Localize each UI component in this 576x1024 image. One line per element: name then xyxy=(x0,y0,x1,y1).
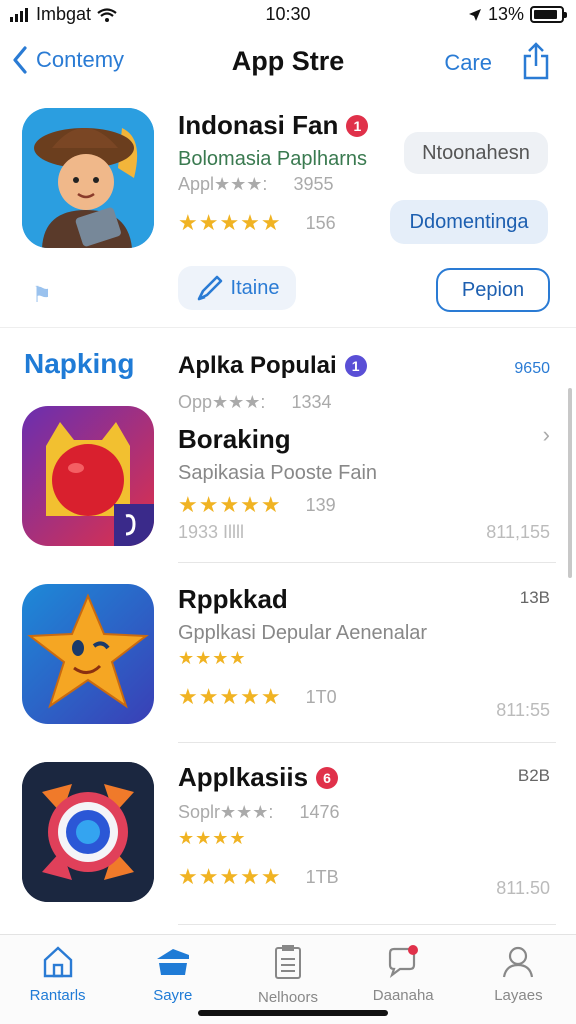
app-description: Sapikasia Pooste Fain xyxy=(178,462,378,484)
tab-label: Sayre xyxy=(153,987,193,1004)
location-icon xyxy=(468,8,481,21)
home-icon xyxy=(43,946,72,978)
app-row-applkasiis[interactable]: Applkasiis 6 B2B Soplr★★★: 1476 ★★★★ ★★★… xyxy=(0,762,576,932)
app-row-boraking[interactable]: Opp★★★: 1334 Boraking › Sapikasia Pooste… xyxy=(0,392,576,576)
tab-label: Rantarls xyxy=(29,987,86,1004)
app-meta-count: 1334 xyxy=(291,392,332,412)
star-rating-small: ★★★★ xyxy=(178,828,247,848)
home-indicator[interactable] xyxy=(198,1010,388,1016)
pen-icon xyxy=(197,275,222,301)
star-rating: ★★★★★ xyxy=(178,210,282,235)
featured-app-meta: Appl★★★: 3955 xyxy=(178,174,333,195)
star-rating-small: ★★★★ xyxy=(178,648,247,668)
app-rank: 13B xyxy=(519,588,550,607)
list-icon xyxy=(275,945,301,979)
rating-count: 1TB xyxy=(305,866,339,887)
app-rating: ★★★★★ 1T0 xyxy=(178,684,337,710)
profile-icon xyxy=(503,946,534,978)
cat-ball-icon xyxy=(46,422,154,546)
star-rating: ★★★★★ xyxy=(178,684,282,709)
app-rating: ★★★★★ 1TB xyxy=(178,864,339,890)
battery-fill xyxy=(534,10,558,19)
app-small-rating: ★★★★ xyxy=(178,828,247,849)
battery-icon xyxy=(530,6,567,23)
app-note: 1933 Illll xyxy=(178,522,245,542)
star-character-icon xyxy=(27,593,149,709)
tab-label: Layaes xyxy=(494,987,543,1004)
status-bar: Imbgat 10:30 13% xyxy=(0,0,576,30)
primary-action-button[interactable]: Ddomentinga xyxy=(390,200,548,244)
app-meta: Soplr★★★: 1476 xyxy=(178,802,339,823)
app-small-rating: ★★★★ xyxy=(178,648,247,669)
divider xyxy=(178,924,556,925)
app-price: 811:55 xyxy=(496,700,550,720)
app-meta-label: Opp★★★: xyxy=(178,392,266,412)
camera-lens-icon xyxy=(22,762,154,902)
tab-label: Nelhoors xyxy=(257,989,319,1006)
ranking-title: Napking xyxy=(24,348,135,379)
featured-app-icon[interactable] xyxy=(22,108,154,248)
featured-meta-label: Appl★★★: xyxy=(178,174,268,194)
section-title: Aplka Populai xyxy=(178,352,337,379)
chevron-right-icon[interactable]: › xyxy=(543,422,550,448)
tab-rantarls[interactable]: Rantarls xyxy=(0,935,115,1024)
featured-badge: 1 xyxy=(346,114,369,137)
care-button[interactable]: Care xyxy=(444,50,492,76)
featured-app-subtitle: Bolomasia Paplharns xyxy=(178,148,367,170)
nav-bar: Contemy App Stre Care xyxy=(0,36,576,92)
status-right: 13% xyxy=(468,4,567,25)
share-icon xyxy=(523,42,549,80)
app-name[interactable]: Rppkkad xyxy=(178,584,288,615)
app-rank: B2B xyxy=(517,766,550,785)
rating-count: 139 xyxy=(305,494,336,515)
app-description: Gpplkasi Depular Aenenalar xyxy=(178,622,428,644)
battery-percent: 13% xyxy=(487,4,524,24)
store-icon xyxy=(156,949,189,975)
app-price: 811.50 xyxy=(496,878,550,898)
app-meta-label: Soplr★★★: xyxy=(178,802,274,822)
install-label: Itaine xyxy=(230,276,280,299)
chat-icon xyxy=(389,945,419,978)
app-name[interactable]: Boraking xyxy=(178,424,291,455)
app-row-rppkkad[interactable]: Rppkkad 13B Gpplkasi Depular Aenenalar ★… xyxy=(0,584,576,754)
featured-meta-count: 3955 xyxy=(293,174,334,194)
featured-app-title: Indonasi Fan xyxy=(178,110,339,140)
app-badge: 6 xyxy=(316,766,339,789)
app-meta: Opp★★★: 1334 xyxy=(178,392,331,413)
divider xyxy=(178,742,556,743)
install-button[interactable]: Itaine xyxy=(178,266,296,310)
section-code: 9650 xyxy=(514,360,550,377)
rating-count: 156 xyxy=(305,212,336,233)
flag-icon: ⚑ xyxy=(32,282,52,307)
tab-layaes[interactable]: Layaes xyxy=(461,935,576,1024)
app-meta-count: 1476 xyxy=(299,802,340,822)
app-icon-applkasiis[interactable] xyxy=(22,762,154,902)
explorer-character-icon xyxy=(22,108,154,248)
app-icon-boraking[interactable] xyxy=(22,406,154,546)
featured-rating: ★★★★★ 156 xyxy=(178,210,336,236)
section-badge: 1 xyxy=(344,355,367,377)
app-icon-rppkkad[interactable] xyxy=(22,584,154,724)
app-rating: ★★★★★ 139 xyxy=(178,492,336,518)
featured-app-name[interactable]: Indonasi Fan 1 xyxy=(178,110,369,141)
app-title: Applkasiis xyxy=(178,762,309,792)
rating-count: 1T0 xyxy=(305,686,337,707)
featured-app-card[interactable]: Indonasi Fan 1 Bolomasia Paplharns Appl★… xyxy=(0,106,576,328)
divider xyxy=(178,562,556,563)
section-header[interactable]: Aplka Populai 1 xyxy=(178,352,367,380)
star-rating: ★★★★★ xyxy=(178,492,282,517)
secondary-action-button[interactable]: Ntoonahesn xyxy=(404,132,548,174)
star-rating: ★★★★★ xyxy=(178,864,282,889)
open-button[interactable]: Pepion xyxy=(436,268,550,312)
app-price: 811,155 xyxy=(486,522,550,542)
app-name[interactable]: Applkasiis 6 xyxy=(178,762,339,793)
share-button[interactable] xyxy=(522,42,550,85)
tab-label: Daanaha xyxy=(372,987,434,1004)
